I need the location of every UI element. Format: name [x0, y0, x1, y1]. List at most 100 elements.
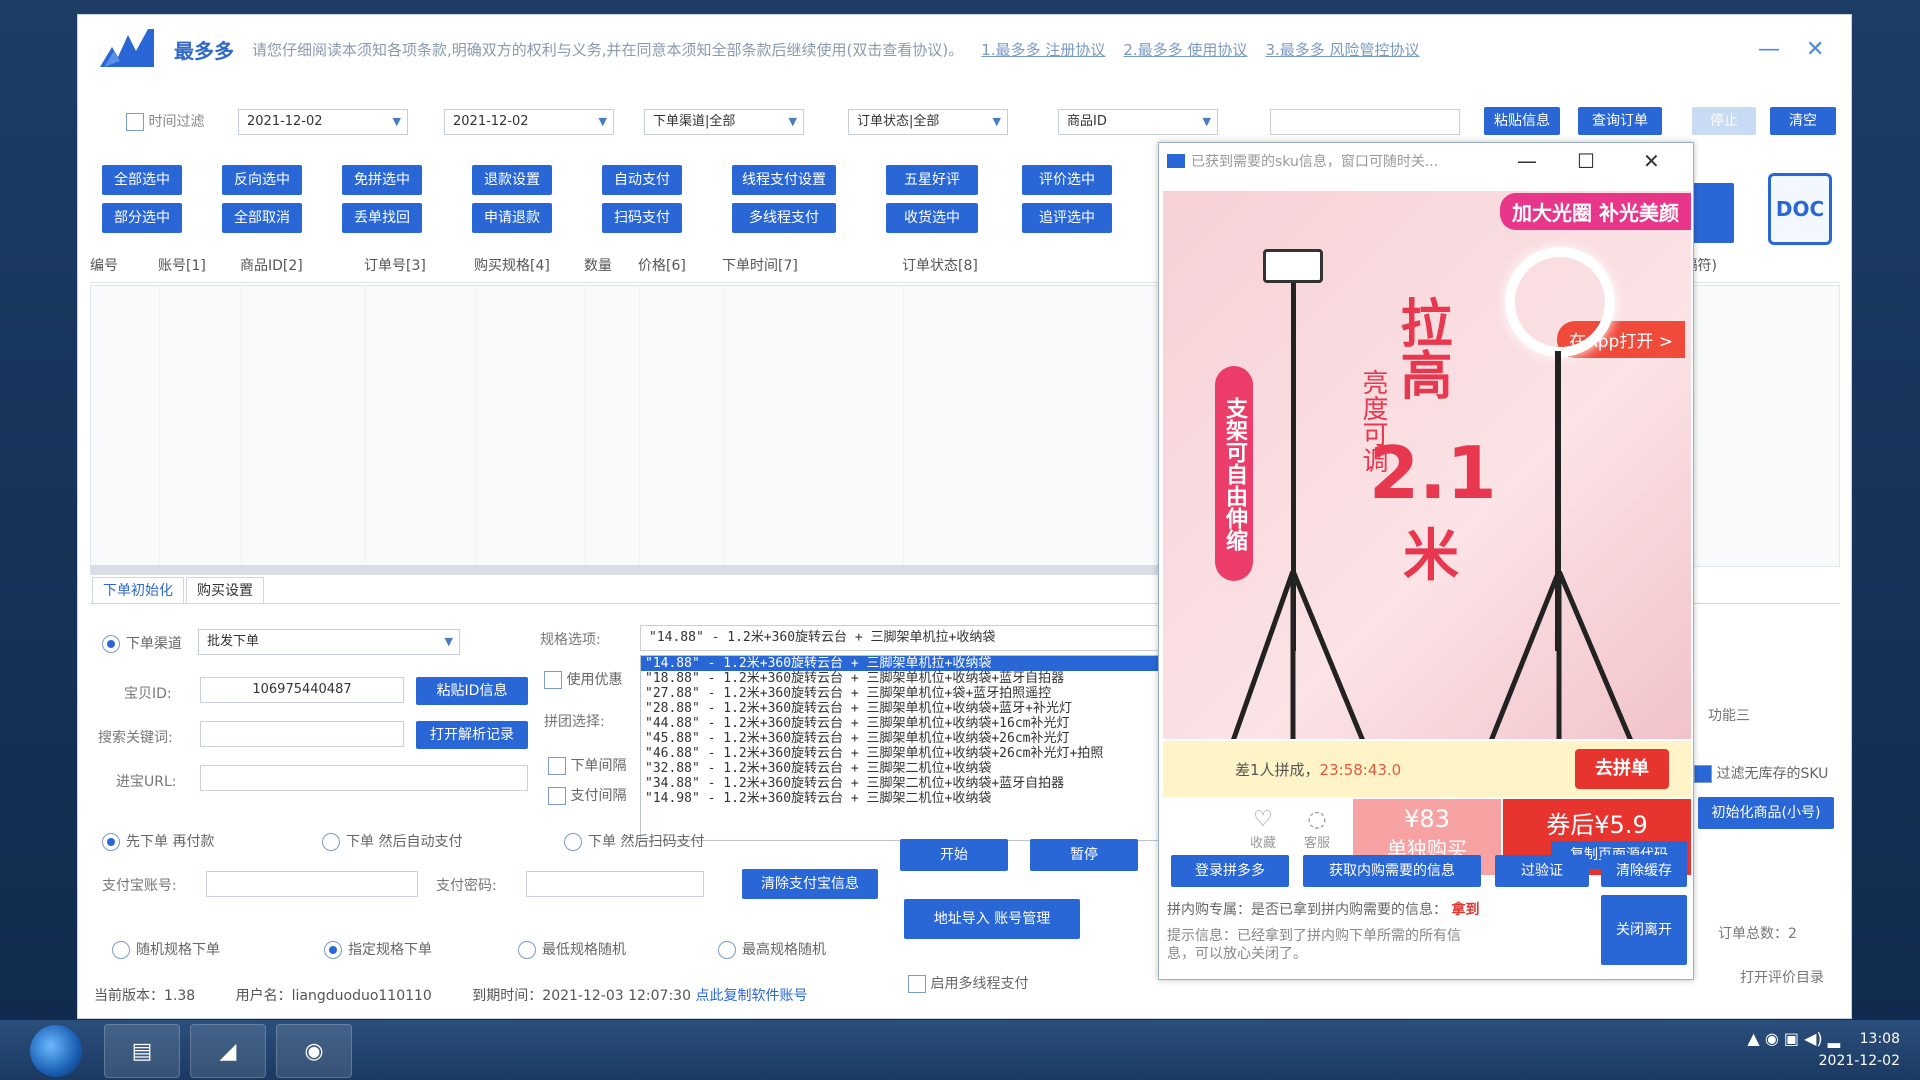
- clear-button[interactable]: 清空: [1770, 107, 1836, 135]
- stop-button[interactable]: 停止: [1692, 107, 1756, 135]
- order-channel-radio[interactable]: [102, 635, 120, 653]
- highest-spec-option[interactable]: 最高规格随机: [718, 939, 826, 959]
- date-to-select[interactable]: 2021-12-02 ▼: [444, 109, 614, 135]
- scan-pay-radio[interactable]: [564, 833, 582, 851]
- start-button[interactable]: 开始: [900, 839, 1008, 871]
- pay-interval-checkbox[interactable]: [548, 787, 566, 805]
- spec-dropdown-list[interactable]: "14.88" - 1.2米+360旋转云台 + 三脚架单机拉+收纳袋 "18.…: [640, 655, 1220, 841]
- tab-order-init[interactable]: 下单初始化: [92, 577, 184, 603]
- time-filter-checkbox[interactable]: [126, 113, 144, 131]
- url-input[interactable]: [200, 765, 528, 791]
- clock[interactable]: 13:08 2021-12-02: [1819, 1028, 1900, 1072]
- multi-thread-pay-button[interactable]: 多线程支付: [732, 203, 836, 233]
- apply-refund-button[interactable]: 申请退款: [472, 203, 552, 233]
- login-pdd-button[interactable]: 登录拼多多: [1171, 855, 1289, 887]
- horizontal-scrollbar[interactable]: [90, 565, 1160, 575]
- close-button[interactable]: ✕: [1806, 37, 1824, 62]
- partial-select-button[interactable]: 部分选中: [102, 203, 182, 233]
- spec-option[interactable]: "46.88" - 1.2米+360旋转云台 + 三脚架单机位+收纳袋+26cm…: [641, 746, 1219, 761]
- filter-sku-option[interactable]: 过滤无库存的SKU: [1694, 763, 1828, 783]
- lowest-spec-radio[interactable]: [518, 941, 536, 959]
- close-leave-button[interactable]: 关闭离开: [1601, 895, 1687, 965]
- init-product-button[interactable]: 初始化商品(小号): [1698, 797, 1834, 829]
- col-qty[interactable]: 数量: [584, 255, 638, 282]
- filter-sku-checkbox[interactable]: [1694, 765, 1712, 783]
- random-spec-option[interactable]: 随机规格下单: [112, 939, 220, 959]
- tab-purchase-settings[interactable]: 购买设置: [186, 577, 264, 603]
- clear-alipay-button[interactable]: 清除支付宝信息: [742, 869, 878, 899]
- get-inner-info-button[interactable]: 获取内购需要的信息: [1303, 855, 1481, 887]
- baby-id-input[interactable]: 106975440487: [200, 677, 404, 703]
- col-price[interactable]: 价格[6]: [638, 255, 722, 282]
- filter-search-input[interactable]: [1270, 109, 1460, 135]
- date-from-select[interactable]: 2021-12-02 ▼: [238, 109, 408, 135]
- doc-icon[interactable]: DOC: [1768, 173, 1832, 245]
- popup-close-button[interactable]: ✕: [1643, 149, 1660, 173]
- paypwd-input[interactable]: [526, 871, 704, 897]
- col-product-id[interactable]: 商品ID[2]: [240, 255, 364, 282]
- spec-option[interactable]: "14.88" - 1.2米+360旋转云台 + 三脚架单机拉+收纳袋: [641, 656, 1219, 671]
- spec-option[interactable]: "45.88" - 1.2米+360旋转云台 + 三脚架单机位+收纳袋+26cm…: [641, 731, 1219, 746]
- pause-button[interactable]: 暂停: [1030, 839, 1138, 871]
- invert-select-button[interactable]: 反向选中: [222, 165, 302, 195]
- pay-later-option[interactable]: 先下单 再付款: [102, 831, 214, 851]
- coupon-checkbox[interactable]: [544, 671, 562, 689]
- minimize-button[interactable]: —: [1758, 37, 1780, 62]
- refund-settings-button[interactable]: 退款设置: [472, 165, 552, 195]
- register-agreement-link[interactable]: 1.最多多 注册协议: [981, 39, 1105, 60]
- col-order-time[interactable]: 下单时间[7]: [722, 255, 902, 282]
- cancel-all-button[interactable]: 全部取消: [222, 203, 302, 233]
- multi-thread-option[interactable]: 启用多线程支付: [908, 973, 1028, 993]
- receive-select-button[interactable]: 收货选中: [886, 203, 978, 233]
- video-recorder-icon[interactable]: ◉: [276, 1024, 352, 1078]
- use-agreement-link[interactable]: 2.最多多 使用协议: [1123, 39, 1247, 60]
- auto-pay-radio[interactable]: [322, 833, 340, 851]
- popup-minimize-button[interactable]: —: [1517, 149, 1537, 173]
- service-button[interactable]: ◌ 客服: [1297, 807, 1337, 851]
- copy-account-link[interactable]: 点此复制软件账号: [695, 988, 807, 1004]
- multi-thread-checkbox[interactable]: [908, 975, 926, 993]
- clear-cache-button[interactable]: 清除缓存: [1601, 855, 1687, 887]
- order-status-select[interactable]: 订单状态|全部 ▼: [848, 109, 1008, 135]
- spec-option[interactable]: "28.88" - 1.2米+360旋转云台 + 三脚架单机位+收纳袋+蓝牙+补…: [641, 701, 1219, 716]
- search-keyword-input[interactable]: [200, 721, 404, 747]
- five-star-button[interactable]: 五星好评: [886, 165, 978, 195]
- popup-maximize-button[interactable]: ☐: [1577, 149, 1595, 173]
- coupon-option[interactable]: 使用优惠: [544, 669, 622, 689]
- order-interval-checkbox[interactable]: [548, 757, 566, 775]
- fixed-spec-radio[interactable]: [324, 941, 342, 959]
- scan-pay-button[interactable]: 扫码支付: [602, 203, 682, 233]
- auto-pay-option[interactable]: 下单 然后自动支付: [322, 831, 462, 851]
- spec-option[interactable]: "32.88" - 1.2米+360旋转云台 + 三脚架二机位+收纳袋: [641, 761, 1219, 776]
- follow-review-button[interactable]: 追评选中: [1022, 203, 1112, 233]
- open-review-dir-link[interactable]: 打开评价目录: [1740, 967, 1824, 987]
- lowest-spec-option[interactable]: 最低规格随机: [518, 939, 626, 959]
- select-all-button[interactable]: 全部选中: [102, 165, 182, 195]
- spec-option[interactable]: "27.88" - 1.2米+360旋转云台 + 三脚架单机位+袋+蓝牙拍照遥控: [641, 686, 1219, 701]
- pay-interval-option[interactable]: 支付间隔: [548, 785, 626, 805]
- scan-pay-option[interactable]: 下单 然后扫码支付: [564, 831, 704, 851]
- spec-option[interactable]: "44.88" - 1.2米+360旋转云台 + 三脚架单机位+收纳袋+16cm…: [641, 716, 1219, 731]
- col-order-no[interactable]: 订单号[3]: [364, 255, 474, 282]
- query-order-button[interactable]: 查询订单: [1578, 107, 1662, 135]
- time-filter[interactable]: 时间过滤: [126, 111, 204, 131]
- random-spec-radio[interactable]: [112, 941, 130, 959]
- verify-button[interactable]: 过验证: [1495, 855, 1589, 887]
- no-group-select-button[interactable]: 免拼选中: [342, 165, 422, 195]
- alipay-input[interactable]: [206, 871, 418, 897]
- recover-lost-button[interactable]: 丢单找回: [342, 203, 422, 233]
- fixed-spec-option[interactable]: 指定规格下单: [324, 939, 432, 959]
- favorite-button[interactable]: ♡ 收藏: [1243, 807, 1283, 851]
- review-select-button[interactable]: 评价选中: [1022, 165, 1112, 195]
- app-logo-icon[interactable]: ◢: [190, 1024, 266, 1078]
- order-channel-select[interactable]: 批发下单 ▼: [198, 629, 460, 655]
- order-channel-option[interactable]: 下单渠道: [102, 633, 182, 653]
- col-id[interactable]: 编号: [90, 255, 158, 282]
- col-account[interactable]: 账号[1]: [158, 255, 240, 282]
- spec-option[interactable]: "34.88" - 1.2米+360旋转云台 + 三脚架二机位+收纳袋+蓝牙自拍…: [641, 776, 1219, 791]
- col-order-status[interactable]: 订单状态[8]: [902, 255, 1022, 282]
- thread-pay-settings-button[interactable]: 线程支付设置: [732, 165, 836, 195]
- paste-id-button[interactable]: 粘贴ID信息: [416, 677, 528, 705]
- highest-spec-radio[interactable]: [718, 941, 736, 959]
- agreement-notice[interactable]: 请您仔细阅读本须知各项条款,明确双方的权利与义务,并在同意本须知全部条款后继续使…: [252, 39, 963, 60]
